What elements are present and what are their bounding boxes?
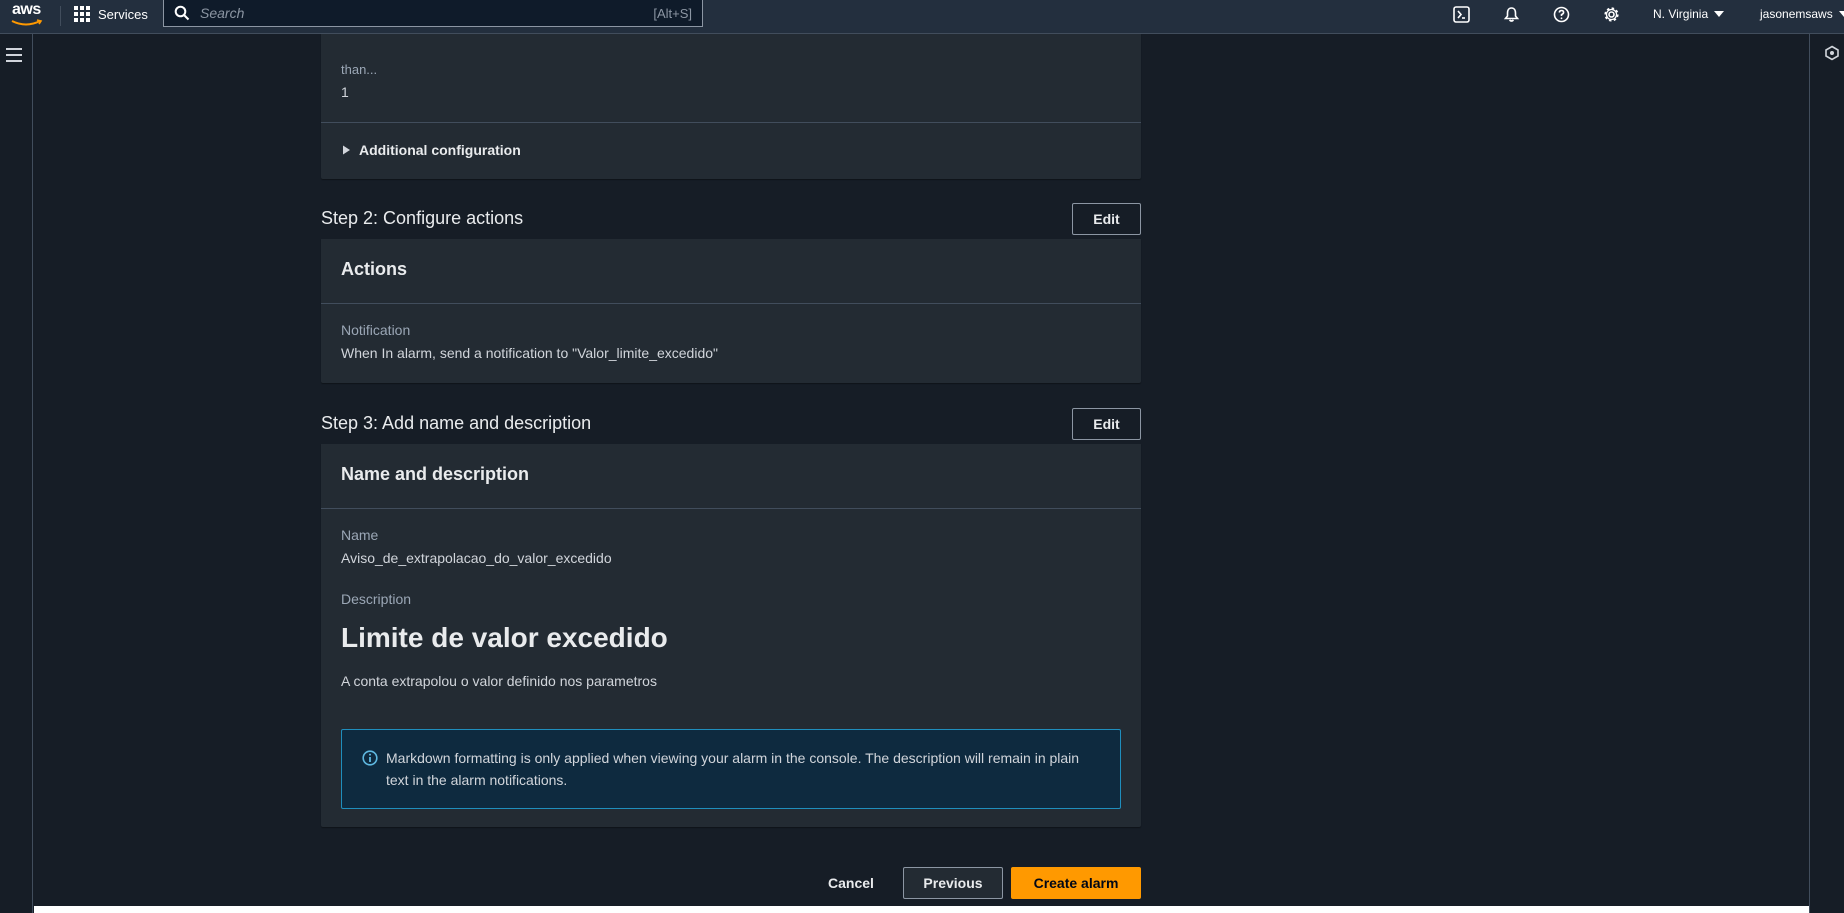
tools-panel-icon[interactable] [1824,45,1840,61]
additional-configuration-toggle[interactable]: Additional configuration [341,142,521,158]
nav-divider [60,6,61,26]
description-text: A conta extrapolou o valor definido nos … [341,673,657,689]
markdown-info-alert: Markdown formatting is only applied when… [341,729,1121,809]
aws-logo[interactable]: aws [10,1,46,29]
create-alarm-button[interactable]: Create alarm [1011,867,1141,899]
divider [321,122,1141,123]
aws-smile-icon [11,19,43,26]
markdown-info-text: Markdown formatting is only applied when… [386,750,1080,788]
threshold-label: than... [341,62,378,77]
step3-edit-button[interactable]: Edit [1072,408,1141,440]
grid-icon [74,6,90,22]
top-navigation: aws Services [Alt+S] [0,0,1844,34]
bottom-edge [34,906,1809,913]
left-navigation-rail [0,34,33,913]
description-label: Description [341,591,412,607]
search-shortcut-hint: [Alt+S] [653,5,692,21]
alarm-name-label: Name [341,527,379,543]
account-name: jasonemsaws [1760,7,1833,21]
step1-review-container: than... 1 Additional configuration [321,34,1141,179]
hamburger-menu-icon[interactable] [6,48,22,62]
aws-logo-text: aws [12,1,41,18]
step2-title: Step 2: Configure actions [321,208,524,228]
search-icon [174,5,190,21]
description-heading: Limite de valor excedido [341,622,668,653]
account-menu[interactable]: jasonemsaws [1760,0,1844,28]
divider [321,303,1141,304]
previous-button[interactable]: Previous [903,867,1003,899]
notifications-icon[interactable] [1501,4,1521,24]
threshold-value: 1 [341,84,349,100]
help-icon[interactable] [1551,4,1571,24]
step2-edit-button[interactable]: Edit [1072,203,1141,235]
caret-down-icon [1838,11,1844,17]
step3-name-description-container: Name and description Name Aviso_de_extra… [321,444,1141,827]
step3-title: Step 3: Add name and description [321,413,592,433]
caret-down-icon [1714,11,1725,17]
settings-icon[interactable] [1601,4,1621,24]
cancel-button[interactable]: Cancel [818,867,884,899]
search-bar[interactable]: [Alt+S] [163,0,703,27]
step2-actions-container: Actions Notification When In alarm, send… [321,239,1141,383]
notification-label: Notification [341,322,411,338]
region-label: N. Virginia [1653,7,1709,21]
region-selector[interactable]: N. Virginia [1653,0,1725,28]
alarm-name-value: Aviso_de_extrapolacao_do_valor_excedido [341,550,612,566]
notification-value: When In alarm, send a notification to "V… [341,345,718,361]
actions-header: Actions [341,259,408,279]
info-icon [362,750,378,766]
divider [321,508,1141,509]
name-description-header: Name and description [341,464,530,484]
additional-configuration-label: Additional configuration [359,142,521,158]
caret-right-icon [343,145,350,155]
right-tools-rail [1809,34,1844,913]
services-label: Services [98,6,148,22]
cloudshell-icon[interactable] [1451,4,1471,24]
search-input[interactable] [198,4,654,22]
services-menu-button[interactable]: Services [74,0,148,28]
